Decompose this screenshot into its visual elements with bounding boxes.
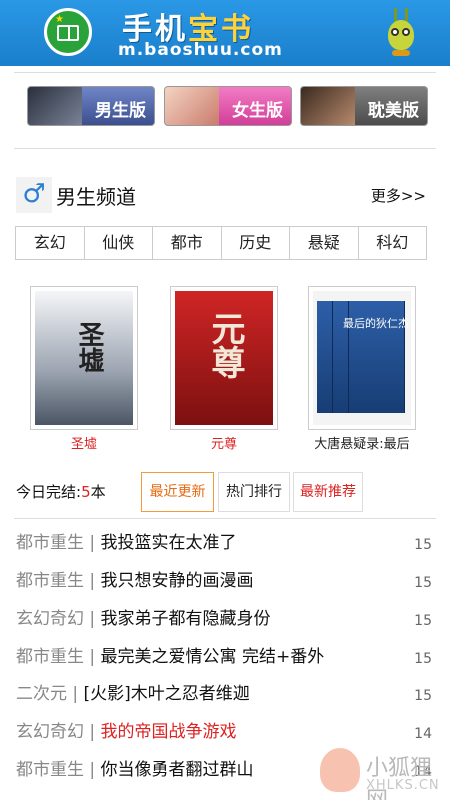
book-title[interactable]: 元尊 (170, 433, 278, 452)
category-tabs: 玄幻 仙侠 都市 历史 悬疑 科幻 (15, 226, 427, 260)
list-genre[interactable]: 都市重生 (16, 533, 84, 553)
list-separator: | (84, 609, 101, 629)
logo-book-icon[interactable]: ★ (44, 8, 92, 56)
book-card[interactable]: 最后的狄仁杰 大唐悬疑录:最后 (308, 286, 416, 452)
female-version-label: 女生版 (232, 101, 283, 121)
list-item[interactable]: 玄幻奇幻 | 我家弟子都有隐藏身份 15 (16, 604, 436, 642)
male-version-label: 男生版 (95, 101, 146, 121)
list-separator: | (84, 533, 101, 553)
tab-recent-updates[interactable]: 最近更新 (141, 472, 214, 512)
list-separator: | (84, 571, 101, 591)
watermark-logo: 小狐狸网 XHLKS.CN (320, 748, 450, 800)
site-url: m.baoshuu.com (118, 40, 283, 60)
divider (14, 72, 436, 73)
bl-version-image (301, 87, 355, 125)
today-count: 5 (81, 483, 91, 501)
list-book-name[interactable]: 你当像勇者翻过群山 (101, 760, 254, 780)
list-book-name[interactable]: [火影]木叶之忍者维迦 (84, 684, 250, 704)
more-link[interactable]: 更多>> (371, 185, 426, 206)
list-separator: | (67, 684, 84, 704)
list-genre[interactable]: 玄幻奇幻 (16, 609, 84, 629)
category-kehuan[interactable]: 科幻 (359, 227, 427, 259)
list-separator: | (84, 722, 101, 742)
list-genre[interactable]: 都市重生 (16, 571, 84, 591)
bl-version-label: 耽美版 (368, 101, 419, 121)
today-complete-count: 今日完结:5本 (16, 481, 106, 502)
list-item[interactable]: 都市重生 | 最完美之爱情公寓 完结+番外 15 (16, 642, 436, 680)
list-genre[interactable]: 玄幻奇幻 (16, 722, 84, 742)
list-date: 15 (414, 575, 432, 591)
list-book-name[interactable]: 我只想安静的画漫画 (101, 571, 254, 591)
book-title[interactable]: 圣墟 (30, 433, 138, 452)
list-date: 14 (414, 726, 432, 742)
channel-title: 男生频道 (56, 185, 136, 209)
open-book-icon (57, 25, 79, 41)
book-cover[interactable]: 元尊 (170, 286, 278, 430)
app-header: ★ 手机宝书 m.baoshuu.com (0, 0, 450, 66)
female-version-image (165, 87, 219, 125)
list-item[interactable]: 二次元 | [火影]木叶之忍者维迦 15 (16, 679, 436, 717)
category-xuanyi[interactable]: 悬疑 (290, 227, 359, 259)
book-card[interactable]: 圣墟 圣墟 (30, 286, 138, 452)
tab-new-recommend[interactable]: 最新推荐 (293, 472, 363, 512)
list-genre[interactable]: 都市重生 (16, 647, 84, 667)
book-cover[interactable]: 圣墟 (30, 286, 138, 430)
list-separator: | (84, 760, 101, 780)
today-suffix: 本 (90, 483, 106, 501)
list-genre[interactable]: 二次元 (16, 684, 67, 704)
tab-hot-ranking[interactable]: 热门排行 (218, 472, 290, 512)
list-separator: | (84, 647, 101, 667)
list-date: 15 (414, 613, 432, 629)
list-book-name[interactable]: 我家弟子都有隐藏身份 (101, 609, 271, 629)
male-symbol-icon: ♂ (16, 177, 52, 213)
list-book-name[interactable]: 最完美之爱情公寓 完结+番外 (101, 647, 325, 667)
cover-text: 最后的狄仁杰 (343, 317, 409, 330)
list-item[interactable]: 都市重生 | 我投篮实在太准了 15 (16, 528, 436, 566)
list-genre[interactable]: 都市重生 (16, 760, 84, 780)
star-icon: ★ (55, 14, 64, 25)
cover-text: 圣墟 (74, 321, 104, 373)
cover-text: 元尊 (205, 311, 245, 379)
category-lishi[interactable]: 历史 (222, 227, 290, 259)
category-xianxia[interactable]: 仙侠 (85, 227, 153, 259)
book-title[interactable]: 大唐悬疑录:最后 (308, 433, 416, 452)
list-book-name[interactable]: 我投篮实在太准了 (101, 533, 237, 553)
list-date: 15 (414, 688, 432, 704)
divider (14, 148, 436, 149)
category-xuanhuan[interactable]: 玄幻 (16, 227, 85, 259)
list-book-name[interactable]: 我的帝国战争游戏 (101, 722, 237, 742)
list-date: 15 (414, 537, 432, 553)
book-card[interactable]: 元尊 元尊 (170, 286, 278, 452)
bl-version-button[interactable]: 耽美版 (300, 86, 428, 126)
list-date: 15 (414, 651, 432, 667)
list-item[interactable]: 都市重生 | 我只想安静的画漫画 15 (16, 566, 436, 604)
book-cover[interactable]: 最后的狄仁杰 (308, 286, 416, 430)
male-version-image (28, 87, 82, 125)
category-dushi[interactable]: 都市 (153, 227, 222, 259)
watermark-text-en: XHLKS.CN (366, 778, 440, 793)
male-version-button[interactable]: 男生版 (27, 86, 155, 126)
divider (14, 518, 436, 519)
mascot-icon (386, 6, 416, 60)
female-version-button[interactable]: 女生版 (164, 86, 292, 126)
fox-icon (320, 748, 360, 792)
today-prefix: 今日完结: (16, 483, 82, 501)
